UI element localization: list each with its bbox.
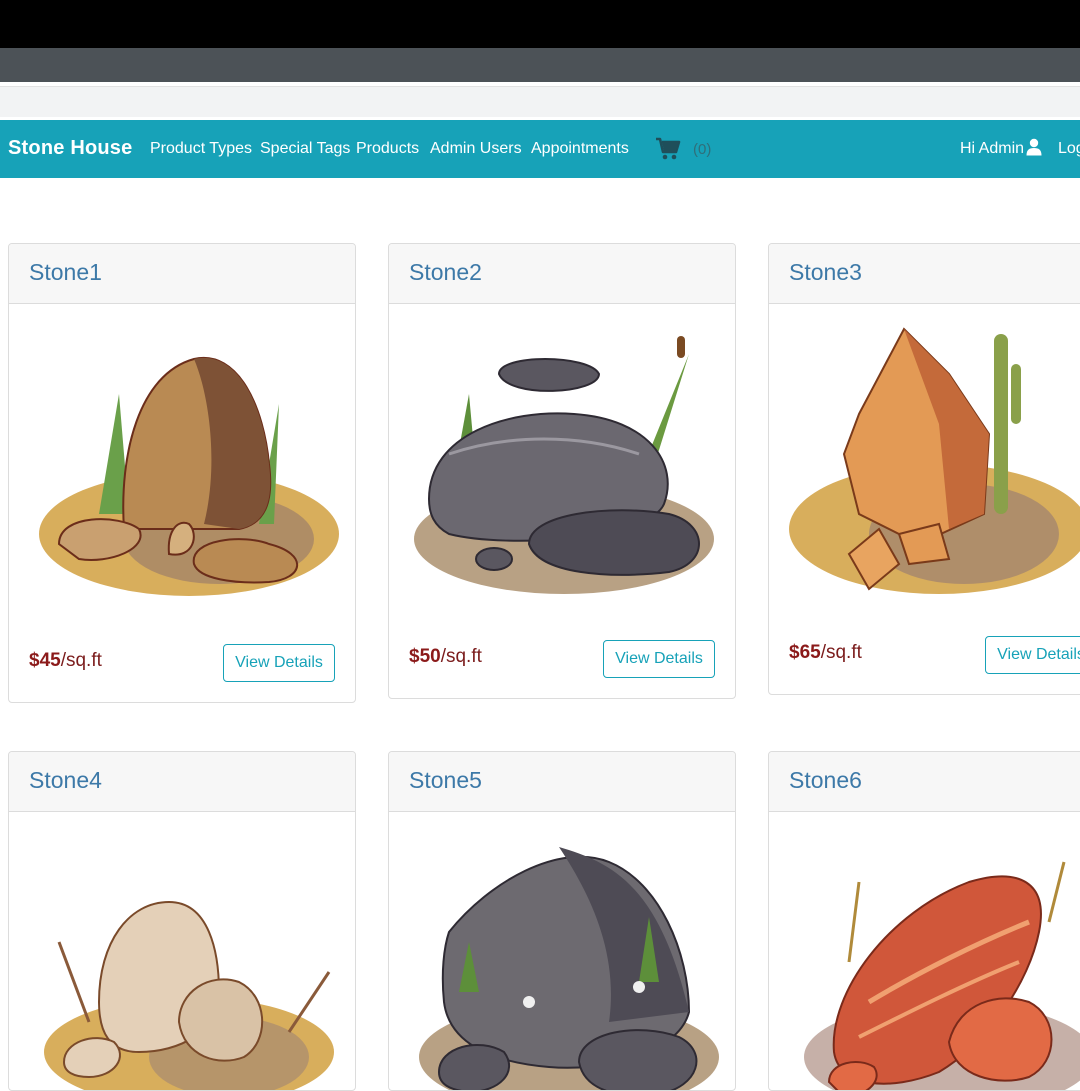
window-top-bar bbox=[0, 0, 1080, 48]
product-price: $65/sq.ft bbox=[789, 642, 862, 664]
stone3-image bbox=[789, 327, 1080, 594]
stone4-image bbox=[44, 900, 334, 1090]
product-name: Stone4 bbox=[29, 767, 102, 793]
product-card: Stone2 $50/sq.ft View Details bbox=[388, 243, 736, 699]
nav-admin-users[interactable]: Admin Users bbox=[430, 140, 522, 158]
price-unit: /sq.ft bbox=[820, 642, 862, 663]
browser-bookmarks-bar bbox=[0, 86, 1080, 117]
product-name: Stone5 bbox=[409, 767, 482, 793]
card-header: Stone3 bbox=[769, 244, 1080, 304]
navbar: Stone House Product Types Special Tags P… bbox=[0, 120, 1080, 178]
cart-icon[interactable] bbox=[655, 137, 681, 161]
product-name: Stone1 bbox=[29, 259, 102, 285]
nav-products[interactable]: Products bbox=[356, 140, 419, 158]
price-amount: $50 bbox=[409, 646, 441, 667]
product-price: $50/sq.ft bbox=[409, 646, 482, 668]
cart-count[interactable]: (0) bbox=[693, 141, 711, 158]
browser-toolbar bbox=[0, 48, 1080, 82]
product-card: Stone3 $65/sq.ft View Details bbox=[768, 243, 1080, 695]
stone2-image bbox=[414, 336, 714, 594]
product-card: Stone4 bbox=[8, 751, 356, 1091]
product-card: Stone1 $45/sq.ft View Details bbox=[8, 243, 356, 703]
user-icon bbox=[1026, 138, 1042, 156]
user-greeting[interactable]: Hi Admin bbox=[960, 140, 1024, 158]
product-name: Stone3 bbox=[789, 259, 862, 285]
stone6-image bbox=[804, 861, 1080, 1090]
logout-link[interactable]: Log bbox=[1058, 140, 1080, 158]
price-amount: $65 bbox=[789, 642, 821, 663]
stone5-image bbox=[419, 847, 719, 1090]
price-amount: $45 bbox=[29, 650, 61, 671]
brand-link[interactable]: Stone House bbox=[8, 137, 132, 160]
product-card: Stone5 bbox=[388, 751, 736, 1091]
card-header: Stone4 bbox=[9, 752, 355, 812]
price-unit: /sq.ft bbox=[440, 646, 482, 667]
nav-special-tags[interactable]: Special Tags bbox=[260, 140, 350, 158]
product-name: Stone2 bbox=[409, 259, 482, 285]
view-details-button[interactable]: View Details bbox=[223, 644, 335, 682]
card-header: Stone5 bbox=[389, 752, 735, 812]
nav-appointments[interactable]: Appointments bbox=[531, 140, 629, 158]
card-header: Stone2 bbox=[389, 244, 735, 304]
product-name: Stone6 bbox=[789, 767, 862, 793]
view-details-button[interactable]: View Details bbox=[603, 640, 715, 678]
price-unit: /sq.ft bbox=[60, 650, 102, 671]
view-details-button[interactable]: View Details bbox=[985, 636, 1080, 674]
card-header: Stone6 bbox=[769, 752, 1080, 812]
product-price: $45/sq.ft bbox=[29, 650, 102, 672]
product-card: Stone6 bbox=[768, 751, 1080, 1091]
card-header: Stone1 bbox=[9, 244, 355, 304]
nav-product-types[interactable]: Product Types bbox=[150, 140, 252, 158]
stone1-image bbox=[39, 356, 339, 596]
